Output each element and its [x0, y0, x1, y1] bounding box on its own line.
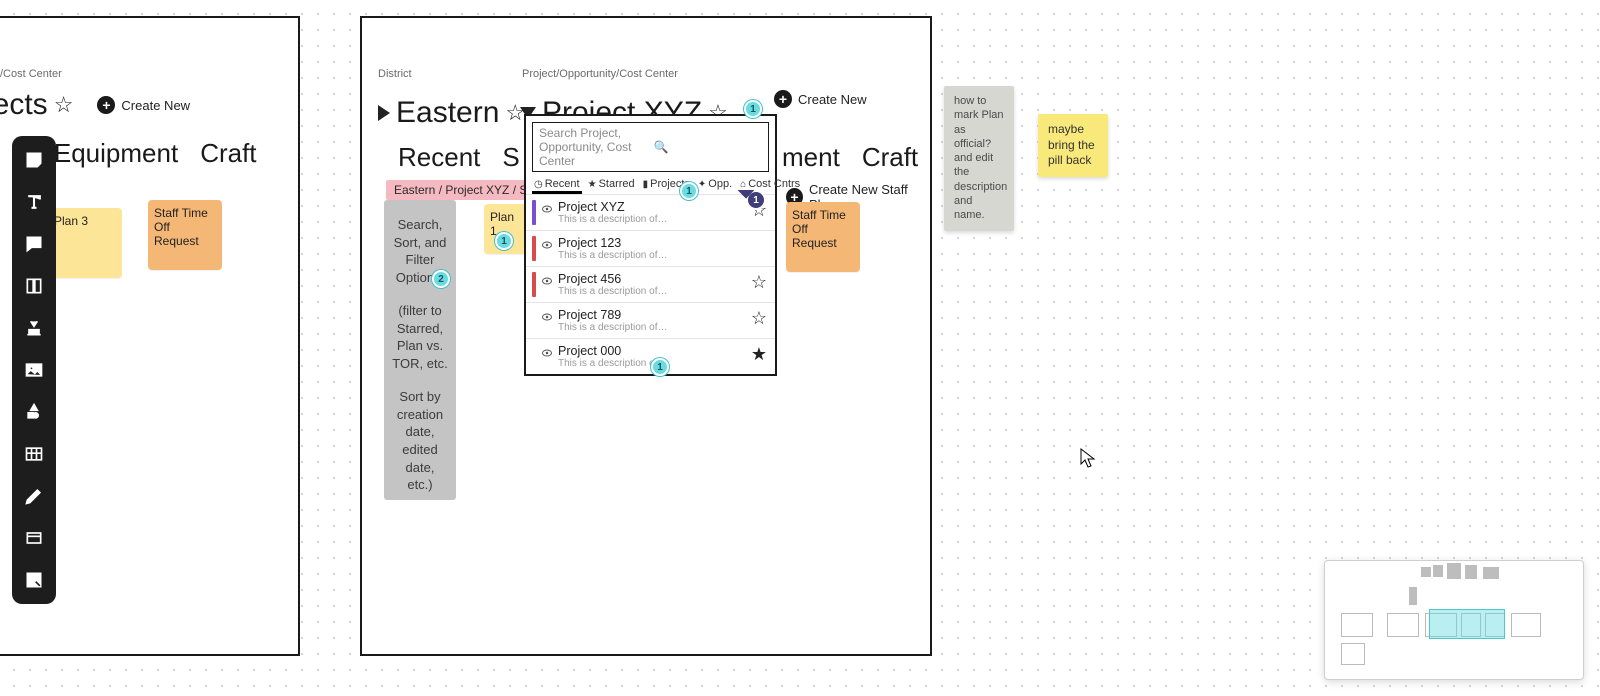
row-stripe [532, 308, 536, 333]
eye-icon [540, 310, 554, 324]
search-sort-note: Search, Sort, and Filter Options. (filte… [384, 200, 456, 500]
star-outline-icon[interactable]: ☆ [751, 308, 767, 329]
wireframe-main-frame: District Project/Opportunity/Cost Center… [360, 16, 932, 656]
shapes-tool-icon[interactable] [20, 398, 48, 426]
dropdown-search[interactable]: Search Project, Opportunity, Cost Center… [532, 122, 769, 172]
sticky-yellow-note[interactable]: maybe bring the pill back [1038, 114, 1108, 177]
dropdown-row[interactable]: Project XYZThis is a description of…☆ [526, 194, 775, 230]
comment-tool-icon[interactable] [20, 230, 48, 258]
row-name: Project 123 [558, 236, 767, 250]
tab-craft[interactable]: Craft [200, 138, 256, 170]
create-new-plus-icon[interactable]: + [774, 90, 792, 108]
callout-1a[interactable]: 1 [744, 100, 762, 118]
row-stripe [532, 200, 536, 225]
eye-icon [540, 274, 554, 288]
row-stripe [532, 344, 536, 369]
crumb-project-label: Project/Opportunity/Cost Center [522, 68, 678, 80]
tab-craft-main[interactable]: Craft [862, 142, 918, 173]
callout-1b[interactable]: 1 [680, 182, 698, 200]
crumb-district-label: District [378, 68, 412, 80]
callout-1c[interactable]: 1 [495, 232, 513, 250]
tab-equipment[interactable]: Equipment [54, 138, 178, 170]
projects-title-fragment: jects [0, 88, 48, 122]
filter-opp[interactable]: ✦Opp. [698, 178, 732, 190]
row-name: Project 789 [558, 308, 747, 322]
pen-tool-icon[interactable] [20, 482, 48, 510]
minimap[interactable] [1324, 560, 1584, 680]
row-stripe [532, 236, 536, 261]
card-staff-tor-right[interactable]: Staff Time Off Request [786, 202, 860, 272]
row-name: Project 000 [558, 344, 747, 358]
row-desc: This is a description of… [558, 322, 747, 333]
section-tool-icon[interactable] [20, 272, 48, 300]
create-new-link[interactable]: Create New [121, 98, 190, 113]
district-title[interactable]: Eastern [396, 96, 499, 130]
plus-circle-icon[interactable]: + [97, 96, 115, 114]
star-outline-icon[interactable]: ☆ [751, 272, 767, 293]
filter-recent[interactable]: ◷Recent [534, 178, 580, 190]
dropdown-search-placeholder: Search Project, Opportunity, Cost Center [539, 126, 648, 168]
row-name: Project XYZ [558, 200, 747, 214]
create-new-link-main[interactable]: Create New [798, 92, 867, 107]
eye-icon [540, 346, 554, 360]
row-stripe [532, 272, 536, 297]
row-desc: This is a description of… [558, 286, 747, 297]
star-outline-icon[interactable]: ☆ [54, 94, 74, 116]
row-desc: This is a description of… [558, 250, 767, 261]
tab-ment-fragment[interactable]: ment [782, 142, 840, 173]
sticky-gray-note[interactable]: how to mark Plan as official? and edit t… [944, 86, 1014, 231]
row-name: Project 456 [558, 272, 747, 286]
collaborator-cursor-badge[interactable]: 1 [746, 190, 766, 210]
project-dropdown: Search Project, Opportunity, Cost Center… [524, 114, 777, 376]
text-tool-icon[interactable] [20, 188, 48, 216]
minimap-viewport[interactable] [1429, 609, 1505, 639]
stamp-tool-icon[interactable] [20, 314, 48, 342]
mouse-cursor-icon [1080, 448, 1096, 473]
eye-icon [540, 202, 554, 216]
row-desc: This is a description of… [558, 214, 747, 225]
dropdown-filter-row: ◷Recent ★Starred ▮Projects ✦Opp. ⌂Cost C… [526, 178, 775, 194]
callout-1d[interactable]: 1 [651, 358, 669, 376]
dropdown-row[interactable]: Project 123This is a description of… [526, 230, 775, 266]
tab-recent[interactable]: Recent [398, 142, 480, 173]
tab-s-fragment[interactable]: S [502, 142, 519, 173]
more-tools-icon[interactable] [20, 566, 48, 594]
district-expand-triangle-icon[interactable] [378, 105, 390, 121]
dropdown-row[interactable]: Project 789This is a description of… ☆ [526, 302, 775, 338]
crumb-cost-center-fragment: /Cost Center [0, 68, 62, 80]
star-filled-icon[interactable]: ★ [751, 344, 767, 365]
left-toolbar [12, 136, 56, 604]
card-plan-3[interactable]: Plan 3 [48, 208, 122, 278]
search-icon[interactable]: 🔍 [654, 140, 763, 154]
card-staff-tor-left[interactable]: Staff Time Off Request [148, 200, 222, 270]
sticky-note-tool-icon[interactable] [20, 146, 48, 174]
filter-starred[interactable]: ★Starred [588, 178, 635, 190]
table-tool-icon[interactable] [20, 440, 48, 468]
dropdown-row[interactable]: Project 456This is a description of… ☆ [526, 266, 775, 302]
callout-2[interactable]: 2 [432, 270, 450, 288]
eye-icon [540, 238, 554, 252]
image-tool-icon[interactable] [20, 356, 48, 384]
card-tool-icon[interactable] [20, 524, 48, 552]
